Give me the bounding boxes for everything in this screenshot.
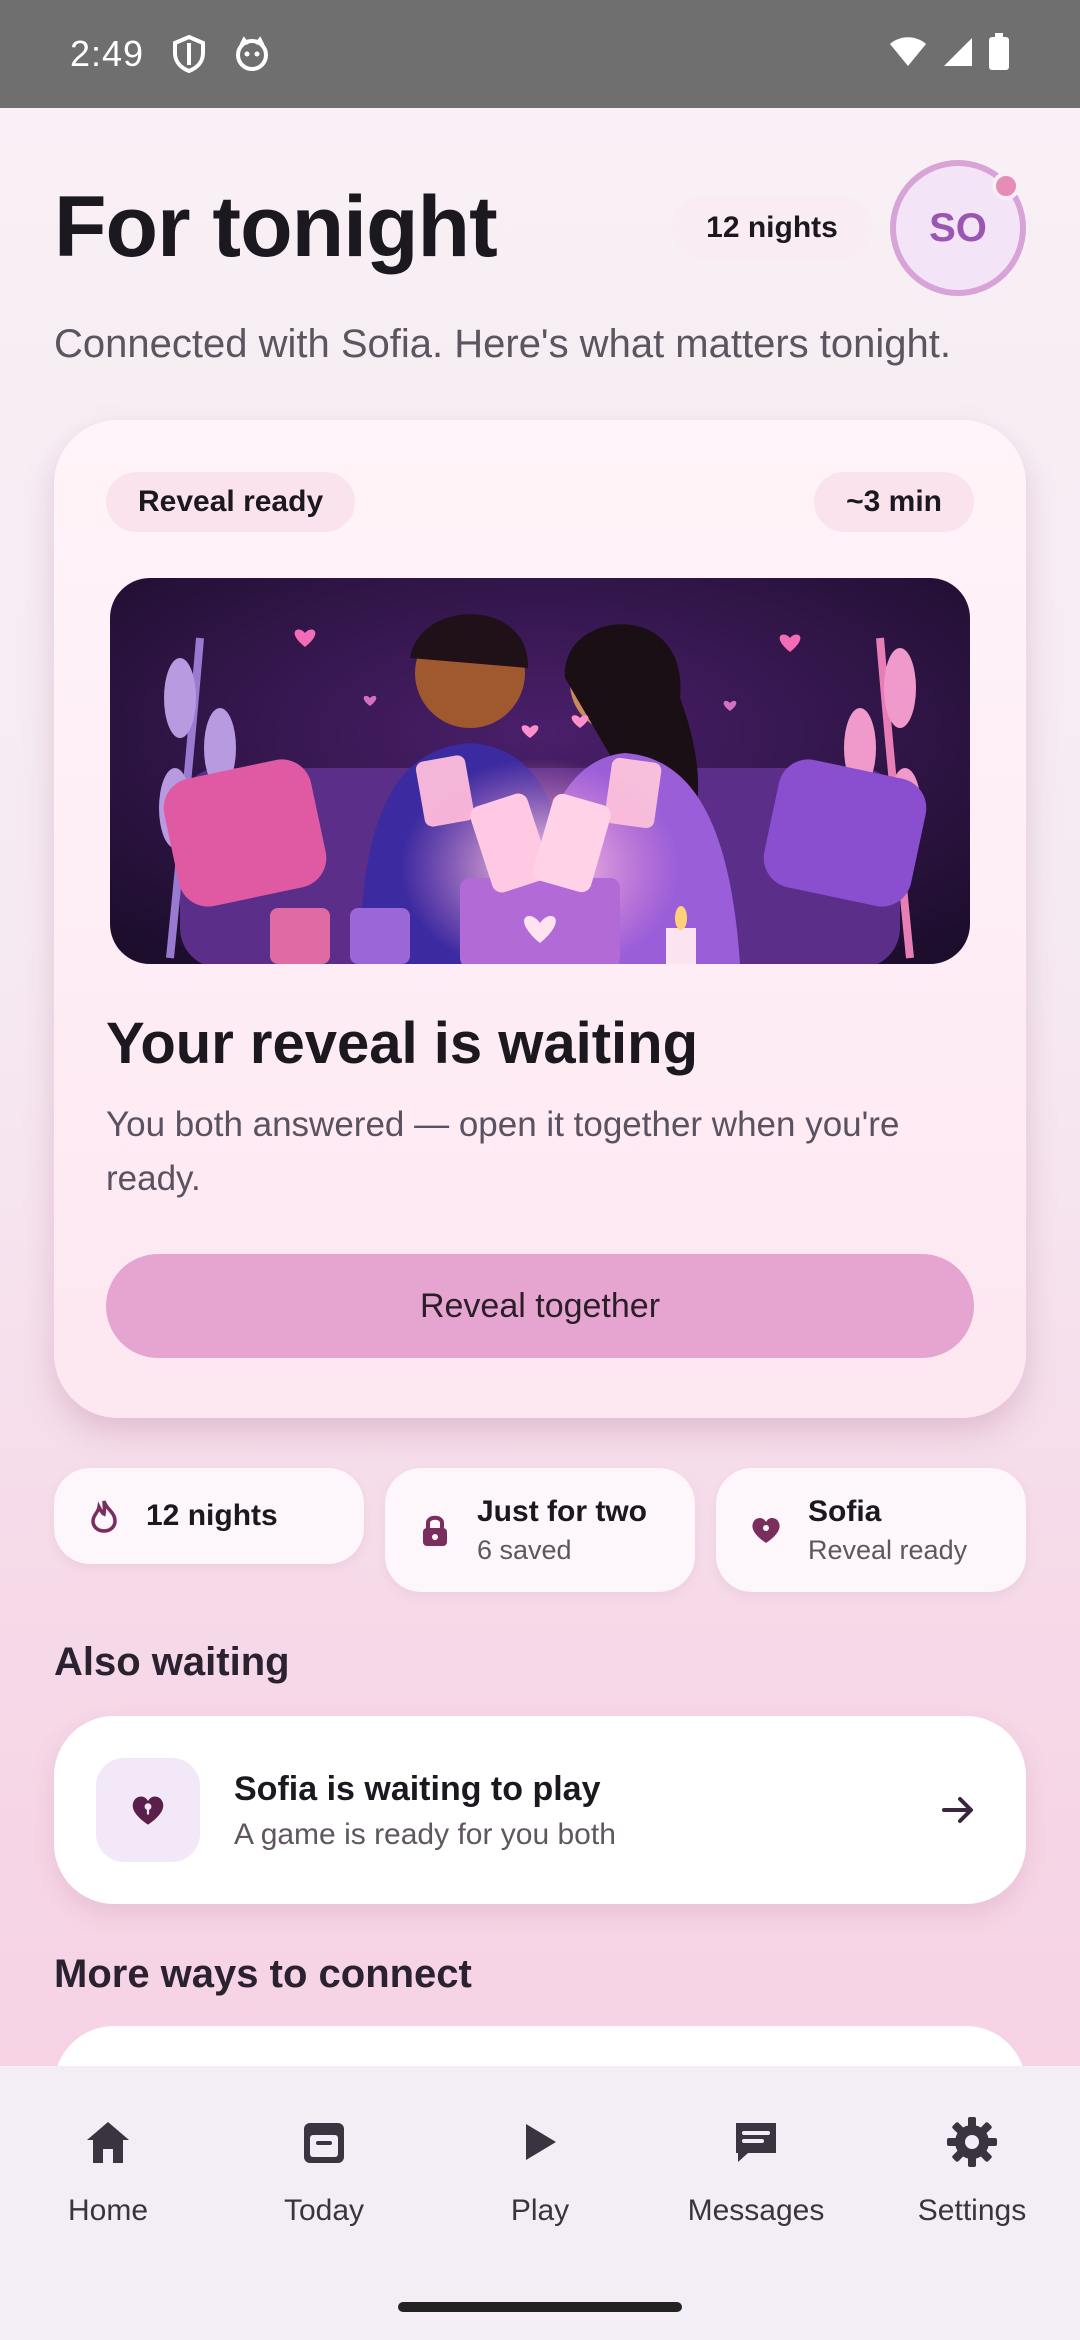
gesture-area — [0, 2276, 1080, 2340]
nav-settings[interactable]: Settings — [872, 2114, 1072, 2228]
nav-label: Today — [283, 2194, 365, 2227]
nav-today[interactable]: Today — [224, 2114, 424, 2228]
stat-title: Just for two — [477, 1494, 647, 1528]
calendar-icon — [302, 2114, 346, 2170]
duration-chip: ~3 min — [814, 472, 974, 532]
reveal-heading: Your reveal is waiting — [106, 1011, 699, 1076]
nav-label: Messages — [687, 2194, 825, 2227]
page-subtitle: Connected with Sofia. Here's what matter… — [54, 322, 951, 366]
nav-label: Settings — [917, 2194, 1027, 2227]
lock-icon — [417, 1512, 453, 1548]
reveal-card: Reveal ready ~3 min Your reveal is waiti… — [54, 420, 1026, 1418]
nav-messages[interactable]: Messages — [656, 2114, 856, 2228]
more-ways-title: More ways to connect — [54, 1952, 472, 1996]
reveal-together-button[interactable]: Reveal together — [106, 1254, 974, 1358]
nav-play[interactable]: Play — [440, 2114, 640, 2228]
notification-dot — [992, 172, 1020, 200]
stat-private[interactable]: Just for two 6 saved — [385, 1468, 695, 1592]
waiting-card-title: Sofia is waiting to play — [234, 1770, 601, 1808]
play-icon — [520, 2114, 560, 2170]
bottom-nav: Home Today Play Messages Settings — [0, 2066, 1080, 2276]
nav-label: Home — [67, 2194, 149, 2227]
status-time: 2:49 — [70, 33, 145, 74]
stat-title: 12 nights — [146, 1499, 278, 1532]
game-waiting-card[interactable]: Sofia is waiting to play A game is ready… — [54, 1716, 1026, 1904]
status-bar: 2:49 — [0, 0, 1080, 108]
home-gesture-bar[interactable] — [398, 2302, 682, 2312]
stat-subtitle: Reveal ready — [808, 1534, 968, 1565]
messages-icon — [732, 2114, 780, 2170]
stat-title: Sofia — [808, 1494, 882, 1528]
battery-icon — [988, 32, 1010, 76]
stat-streak[interactable]: 12 nights — [54, 1468, 364, 1564]
waiting-card-subtitle: A game is ready for you both — [234, 1818, 616, 1851]
reveal-description: You both answered — open it together whe… — [106, 1105, 900, 1198]
stat-partner[interactable]: Sofia Reveal ready — [716, 1468, 1026, 1592]
also-waiting-title: Also waiting — [54, 1640, 290, 1684]
gear-icon — [946, 2114, 998, 2170]
page-title: For tonight — [54, 179, 498, 275]
shield-icon — [172, 35, 206, 73]
stat-subtitle: 6 saved — [477, 1534, 572, 1565]
avatar-initials: SO — [929, 205, 987, 250]
streak-pill[interactable]: 12 nights — [672, 196, 872, 260]
nav-home[interactable]: Home — [8, 2114, 208, 2228]
home-icon — [84, 2114, 132, 2170]
avatar[interactable]: SO — [890, 160, 1026, 296]
couple-illustration — [110, 578, 970, 964]
cat-app-icon — [234, 36, 270, 72]
reveal-ready-chip: Reveal ready — [106, 472, 356, 532]
nav-label: Play — [510, 2194, 570, 2227]
heart-lock-icon — [96, 1758, 200, 1862]
wifi-icon — [888, 36, 928, 73]
arrow-right-icon — [938, 1790, 978, 1835]
heart-icon — [748, 1512, 784, 1548]
flame-icon — [86, 1498, 122, 1534]
cell-signal-icon — [942, 36, 974, 73]
